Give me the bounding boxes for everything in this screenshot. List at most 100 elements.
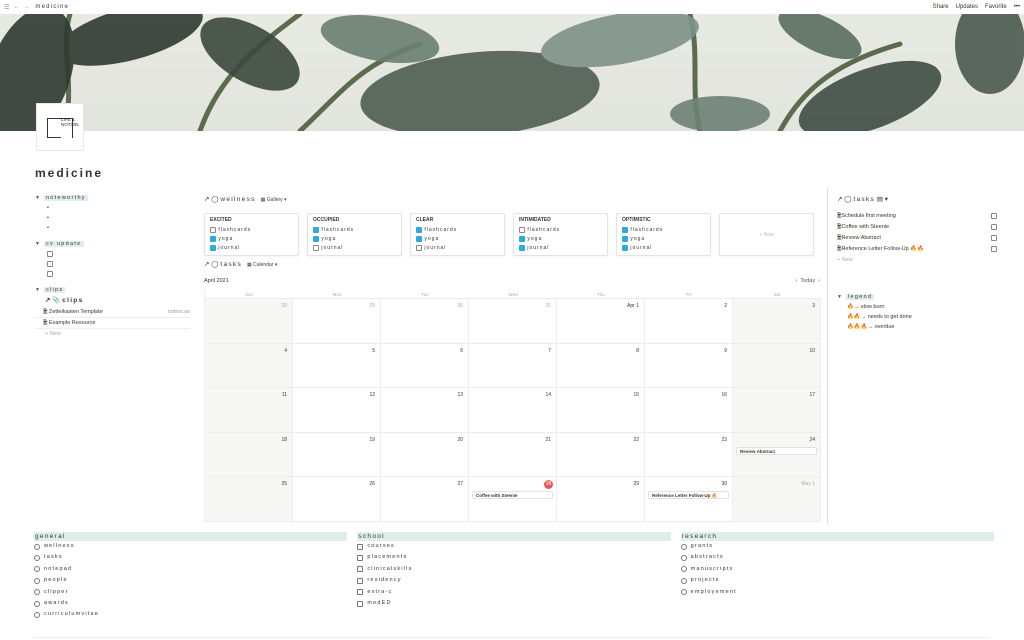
breadcrumb[interactable]: medicine [35,4,69,10]
calendar-day[interactable]: Apr 1 [557,299,645,344]
bullet-item[interactable]: • [35,223,190,233]
clip-row[interactable]: 🗎 Zettelkasten Template notion.so [35,307,190,318]
checkbox[interactable] [416,235,422,242]
link-abstracts[interactable]: abstracts [680,552,994,563]
calendar-day[interactable]: 21 [469,432,557,477]
checkbox[interactable] [519,244,525,251]
calendar-day[interactable]: 19 [293,432,381,477]
wellness-card[interactable]: EXCITED flashcards yoga journal [204,213,299,256]
forward-icon[interactable]: → [23,4,29,11]
calendar-day[interactable]: 27 [381,477,469,522]
link-residency[interactable]: residency [357,575,670,586]
checkbox[interactable] [416,244,422,251]
checkbox[interactable] [991,213,997,219]
share-button[interactable]: Share [933,4,949,10]
prev-month-icon[interactable]: ‹ [796,278,798,284]
link-notepad[interactable]: notepad [34,564,347,575]
bullet-item[interactable]: • [35,203,190,213]
checkbox[interactable] [210,244,216,251]
link-medED[interactable]: medED [357,598,670,609]
checkbox[interactable] [622,226,628,233]
link-courses[interactable]: courses [357,541,670,552]
wellness-card[interactable]: CLEAR flashcards yoga journal [410,213,505,256]
link-wellness[interactable]: wellness [34,541,347,552]
calendar-day[interactable]: 4 [205,343,293,388]
tasks-list-header[interactable]: ↗ ◯ tasks ▤ ▾ [837,193,997,207]
calendar-day[interactable]: 29 [557,477,645,522]
more-icon[interactable]: ••• [1014,4,1020,10]
link-projects[interactable]: projects [680,575,994,586]
calendar-day[interactable]: 23 [645,432,733,477]
page-icon-logo[interactable]: LIFE & NOTION [37,104,83,150]
link-placements[interactable]: placements [357,552,670,563]
legend-toggle[interactable]: ▼ legend 🔥→ slow burn 🔥🔥→ needs to get do… [837,292,997,332]
checkbox[interactable] [313,226,319,233]
bullet-item[interactable]: • [35,213,190,223]
link-employement[interactable]: employement [680,587,994,598]
view-switcher[interactable]: ▦ Gallery ▾ [261,197,287,203]
checkbox[interactable] [210,235,216,242]
cv-update-toggle[interactable]: ▼ cv update [35,239,190,279]
checkbox[interactable] [47,260,53,267]
toggle-triangle-icon[interactable]: ▼ [35,195,40,201]
toggle-triangle-icon[interactable]: ▼ [35,241,40,247]
updates-button[interactable]: Updates [956,4,978,10]
task-row[interactable]: 🗎 Review Abstract [837,233,997,244]
checkbox[interactable] [210,226,216,233]
checkbox[interactable] [622,235,628,242]
checkbox[interactable] [313,235,319,242]
todo-item[interactable] [35,259,190,269]
clip-row[interactable]: 🗎 Example Resource [35,318,190,329]
tasks-header[interactable]: ↗ ◯ tasks ▦ Calendar ▾ [204,258,820,272]
calendar-event[interactable]: Coffee with Steenie [472,491,553,499]
calendar-day[interactable]: 16 [645,388,733,433]
calendar-day[interactable]: 31 [469,299,557,344]
calendar-day[interactable]: 12 [293,388,381,433]
favorite-button[interactable]: Favorite [985,4,1007,10]
page-title[interactable]: medicine [35,166,103,180]
calendar-day[interactable]: 30 Reference Letter Follow-Up 🔥 [645,477,733,522]
task-row[interactable]: 🗎 Reference Letter Follow-Up 🔥🔥 [837,244,997,255]
link-curriculumvitae[interactable]: curriculumvitae [34,609,347,620]
link-people[interactable]: people [34,575,347,586]
new-task-button[interactable]: + New [837,255,997,266]
clip-url[interactable]: notion.so [168,307,190,317]
checkbox[interactable] [991,235,997,241]
calendar-event[interactable]: Reference Letter Follow-Up 🔥 [648,491,729,499]
checkbox[interactable] [47,270,53,277]
calendar-day[interactable]: 5 [293,343,381,388]
calendar-day[interactable]: 28 Coffee with Steenie [469,477,557,522]
task-row[interactable]: 🗎 Coffee with Steenie [837,222,997,233]
today-button[interactable]: Today [800,278,815,284]
new-clip-button[interactable]: + New [35,329,190,340]
calendar-day[interactable]: 26 [293,477,381,522]
calendar-day[interactable]: 18 [205,432,293,477]
view-switcher[interactable]: ▦ Calendar ▾ [247,262,277,268]
back-icon[interactable]: ← [13,4,19,11]
wellness-card[interactable]: OPTIMISTIC flashcards yoga journal [616,213,711,256]
calendar-day[interactable]: 8 [557,343,645,388]
new-card-button[interactable]: + New [719,213,814,256]
toggle-triangle-icon[interactable]: ▼ [35,287,40,293]
link-clipper[interactable]: clipper [34,587,347,598]
checkbox[interactable] [416,226,422,233]
calendar-day[interactable]: 11 [205,388,293,433]
calendar-day[interactable]: 25 [205,477,293,522]
task-row[interactable]: 🗎 Schedule first meeting [837,211,997,222]
calendar-day[interactable]: May 1 [733,477,821,522]
wellness-card[interactable]: INTIMIDATED flashcards yoga journal [513,213,608,256]
wellness-header[interactable]: ↗ ◯ wellness ▦ Gallery ▾ [204,193,820,207]
calendar-day[interactable]: 15 [557,388,645,433]
calendar-day[interactable]: 20 [381,432,469,477]
todo-item[interactable] [35,269,190,279]
checkbox[interactable] [622,244,628,251]
checkbox[interactable] [313,244,319,251]
checkbox[interactable] [47,250,53,257]
calendar-day[interactable]: 2 [645,299,733,344]
checkbox[interactable] [519,235,525,242]
noteworthy-toggle[interactable]: ▼ noteworthy • • • [35,193,190,233]
calendar-event[interactable]: Review Abstract [736,446,817,455]
wellness-card[interactable]: OCCUPIED flashcards yoga journal [307,213,402,256]
calendar-day[interactable]: 28 [205,299,293,344]
link-extra-c[interactable]: extra-c [357,587,670,598]
